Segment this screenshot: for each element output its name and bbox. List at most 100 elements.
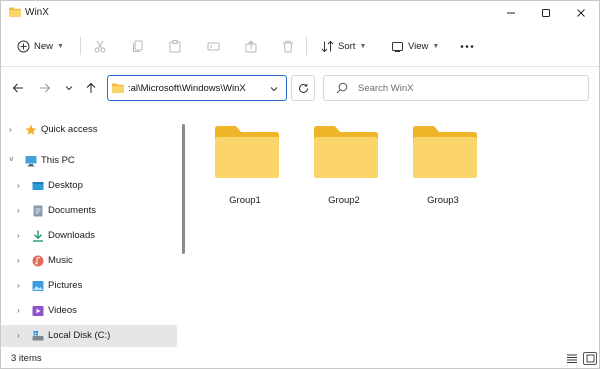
folder-name: Group1 [229, 195, 261, 206]
item-count: 3 items [11, 353, 42, 364]
arrow-up-icon [86, 82, 96, 93]
copy-button[interactable] [132, 35, 144, 57]
folder-icon [215, 126, 279, 178]
nav-label: Music [48, 255, 73, 266]
rename-icon [207, 42, 220, 50]
nav-label: Local Disk (C:) [48, 330, 111, 341]
details-view-icon [567, 354, 577, 363]
folder-icon [314, 126, 378, 178]
navigation-pane: › Quick access ˅ This PC › Desktop › Doc… [1, 109, 187, 349]
folder-icon [413, 126, 477, 178]
chevron-right-icon: › [17, 306, 20, 315]
desktop-icon [32, 182, 44, 190]
delete-button[interactable] [282, 35, 294, 57]
arrow-left-icon [12, 83, 23, 93]
nav-item-local-disk[interactable]: › Local Disk (C:) [1, 325, 177, 347]
folder-item[interactable]: Group1 [205, 123, 285, 209]
chevron-right-icon: › [17, 256, 20, 265]
chevron-right-icon: › [17, 231, 20, 240]
view-label: View [408, 40, 429, 52]
chevron-down-icon: ▼ [57, 42, 64, 50]
documents-icon [33, 205, 43, 217]
nav-label: Desktop [48, 180, 83, 191]
nav-label: This PC [41, 155, 75, 166]
search-placeholder: Search WinX [358, 82, 414, 94]
folder-item[interactable]: Group2 [304, 123, 384, 209]
nav-item-pictures[interactable]: › Pictures [1, 275, 177, 297]
chevron-right-icon: › [17, 281, 20, 290]
command-bar: New ▼ Sort ▼ View ▼ [1, 25, 599, 67]
back-button[interactable] [9, 79, 27, 97]
maximize-button[interactable] [529, 1, 563, 25]
sort-label: Sort [338, 40, 356, 52]
plus-circle-icon [17, 40, 30, 52]
nav-item-desktop[interactable]: › Desktop [1, 175, 177, 197]
close-icon [577, 9, 585, 17]
large-icons-view-button[interactable] [583, 352, 597, 365]
address-bar[interactable]: :al\Microsoft\Windows\WinX [107, 75, 287, 101]
nav-item-documents[interactable]: › Documents [1, 200, 177, 222]
details-view-button[interactable] [565, 352, 579, 365]
divider [306, 37, 307, 55]
view-icon [392, 41, 403, 52]
folder-name: Group3 [427, 195, 459, 206]
pictures-icon [32, 281, 44, 291]
nav-scrollbar[interactable] [182, 124, 185, 254]
up-button[interactable] [82, 79, 100, 97]
explorer-window: WinX New ▼ Sort ▼ View ▼:al\Microsoft\W… [0, 0, 600, 369]
view-button[interactable]: View ▼ [391, 35, 439, 57]
cut-icon [94, 40, 106, 52]
refresh-button[interactable] [291, 75, 315, 101]
close-button[interactable] [564, 1, 598, 25]
minimize-icon [507, 12, 515, 14]
cut-button[interactable] [94, 35, 106, 57]
sort-icon [321, 40, 334, 52]
share-icon [245, 39, 257, 52]
chevron-down-icon: ▼ [432, 42, 440, 50]
share-button[interactable] [245, 35, 257, 57]
divider [80, 37, 81, 55]
address-path: :al\Microsoft\Windows\WinX [128, 82, 246, 94]
new-button[interactable]: New ▼ [17, 35, 64, 57]
nav-label: Documents [48, 205, 97, 216]
chevron-down-icon: ˅ [9, 155, 14, 164]
file-list: Group1 Group2 Group3 [189, 109, 599, 349]
window-title: WinX [25, 7, 49, 18]
music-icon [32, 255, 44, 267]
recent-locations-button[interactable] [60, 79, 78, 97]
star-icon [25, 124, 37, 135]
chevron-down-icon: ▼ [359, 42, 367, 50]
see-more-button[interactable] [459, 35, 475, 57]
search-icon [336, 82, 348, 94]
maximize-icon [542, 9, 550, 17]
chevron-right-icon: › [17, 181, 20, 190]
search-input[interactable]: Search WinX [323, 75, 589, 101]
forward-button[interactable] [36, 79, 54, 97]
chevron-right-icon: › [17, 206, 20, 215]
sort-button[interactable]: Sort ▼ [321, 35, 366, 57]
nav-item-videos[interactable]: › Videos [1, 300, 177, 322]
arrow-right-icon [40, 83, 51, 93]
chevron-down-icon [65, 86, 73, 91]
minimize-button[interactable] [494, 1, 528, 25]
chevron-down-icon [270, 87, 278, 92]
status-bar: 3 items [1, 349, 599, 368]
chevron-right-icon: › [9, 125, 12, 134]
folder-icon [9, 7, 21, 17]
folder-item[interactable]: Group3 [403, 123, 483, 209]
videos-icon [32, 306, 44, 316]
disk-icon [32, 331, 44, 341]
nav-item-quick-access[interactable]: › Quick access [1, 119, 177, 141]
paste-icon [169, 39, 181, 52]
new-label: New [34, 40, 54, 52]
pc-icon [25, 156, 37, 167]
chevron-right-icon: › [17, 331, 20, 340]
paste-button[interactable] [169, 35, 181, 57]
nav-item-downloads[interactable]: › Downloads [1, 225, 177, 247]
nav-item-music[interactable]: › Music [1, 250, 177, 272]
address-row: :al\Microsoft\Windows\WinX Search WinX [1, 67, 599, 109]
downloads-icon [33, 230, 43, 242]
rename-button[interactable] [207, 35, 220, 57]
nav-label: Downloads [48, 230, 95, 241]
nav-item-this-pc[interactable]: ˅ This PC [1, 150, 177, 172]
